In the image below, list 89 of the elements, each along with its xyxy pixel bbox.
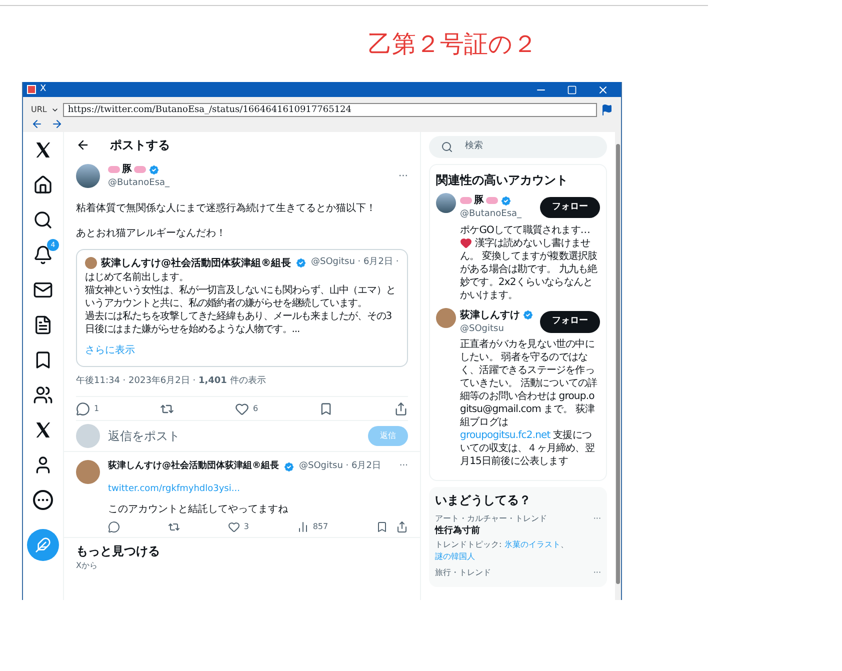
list-icon[interactable] <box>33 315 53 335</box>
dropdown-caret-icon[interactable] <box>50 106 59 114</box>
communities-icon[interactable] <box>33 385 53 405</box>
flag-icon[interactable] <box>601 104 613 116</box>
post-text: あとおれ猫アレルギーなんだわ！ <box>76 226 227 240</box>
pig-icon <box>486 197 498 204</box>
like-icon[interactable] <box>228 520 240 532</box>
avatar-placeholder <box>76 164 100 188</box>
search-placeholder: 検索 <box>465 140 483 154</box>
reply-link[interactable]: twitter.com/rgkfmyhdlo3ysi... <box>108 484 240 494</box>
quoted-post-text: 過去には私たちを攻撃してきた経緯もあり、メールも来ましたが、その3日後にはまた嫌がらせを始めるような人物です。... <box>85 310 393 336</box>
share-icon[interactable] <box>396 520 408 532</box>
account-bio: ポケGOしてて職質されます… 漢字は読めないし書けません。 変換してますが複数選択肢がある場合は勘です。 九九も絶妙です。2x2くらいならなんとかいけます。 <box>460 224 598 302</box>
account-bio: 正直者がバカを見ない世の中にしたい。 弱者を守るのではなく、活躍できるステージを作っていきたい。 活動についての詳細等のお問い合わせは group.ogitsu@gmail.com まで。 荻津組ブログは groupogitsu.fc2.net 支援についての収支は、４ヶ月締め、翌月15日前後に公表します <box>460 338 598 468</box>
section-title: もっと見つける <box>76 542 161 560</box>
search-icon <box>441 141 453 153</box>
reply-author-name: 荻津しんすけ@社会活動団体荻津組®組長 <box>108 460 279 473</box>
author-handle: @ButanoEsa_ <box>108 177 171 190</box>
bookmark-icon[interactable] <box>319 402 334 416</box>
quoted-author-handle: @SOgitsu · 6月2日 · <box>311 256 399 270</box>
like-count: 3 <box>244 520 249 532</box>
scrollbar[interactable] <box>615 132 621 600</box>
share-icon[interactable] <box>394 402 408 416</box>
card-title: いまどうしてる？ <box>435 492 532 509</box>
quoted-author-name: 荻津しんすけ@社会活動団体荻津組®組長 <box>101 256 291 270</box>
search-icon[interactable] <box>33 210 53 230</box>
reply-text: このアカウントと結託してやってますね <box>108 502 289 516</box>
avatar-placeholder <box>76 460 100 484</box>
author-name: 豚 <box>122 162 132 177</box>
reply-icon[interactable] <box>108 520 120 532</box>
bell-icon[interactable] <box>33 245 53 265</box>
pig-icon <box>134 166 146 173</box>
account-handle: @SOgitsu <box>460 322 505 336</box>
quoted-post-text: 猫女神という女性は、私が一切言及しないにも関わらず、山中（エマ）というアカウントと共に、私の婚約者の嫌がらせを継続しています。 <box>85 284 396 310</box>
avatar-placeholder <box>85 257 97 269</box>
search-field[interactable]: 検索 <box>429 136 607 158</box>
card-title: 関連性の高いアカウント <box>436 172 569 189</box>
like-icon[interactable] <box>235 402 249 416</box>
pig-icon <box>108 166 120 173</box>
bookmark-icon[interactable] <box>376 520 388 532</box>
related-topic-link[interactable]: 謎の韓国人 <box>435 552 475 560</box>
more-icon[interactable] <box>33 490 53 510</box>
avatar-silhouette <box>76 424 100 448</box>
mail-icon[interactable] <box>33 280 53 300</box>
document-label: 乙第２号証の２ <box>368 29 537 60</box>
verified-badge-icon <box>295 257 307 269</box>
more-options[interactable]: ··· <box>399 460 408 474</box>
more-options[interactable]: ··· <box>593 513 601 525</box>
forward-icon[interactable] <box>51 118 63 130</box>
more-options[interactable]: ··· <box>398 168 408 184</box>
account-name: 豚 <box>474 194 484 208</box>
reply-author-handle: @SOgitsu · 6月2日 <box>299 460 381 473</box>
post-text: 粘着体質で無関係な人にまで迷惑行為続けて生きてるとか猫以下！ <box>76 202 377 216</box>
trend-topic[interactable]: 性行為寸前 <box>435 525 601 538</box>
repost-icon[interactable] <box>168 520 180 532</box>
like-count: 6 <box>253 402 258 414</box>
follow-button[interactable]: フォロー <box>540 196 600 218</box>
views-icon[interactable] <box>296 520 309 532</box>
bio-link[interactable]: groupogitsu.fc2.net <box>460 430 550 441</box>
reply-count: 1 <box>94 402 100 414</box>
more-options[interactable]: ··· <box>593 566 601 578</box>
window-title: X <box>40 82 46 96</box>
compose-button[interactable] <box>27 529 59 561</box>
post-meta: 午後11:34 · 2023年6月2日 · 1,401 件の表示 <box>76 374 408 397</box>
quoted-post-text: はじめて名前出します。 <box>85 270 190 284</box>
home-icon[interactable] <box>33 175 53 195</box>
section-subtitle: Xから <box>76 560 98 572</box>
url-field[interactable]: https://twitter.com/ButanoEsa_/status/1664641610917765124 <box>62 103 597 117</box>
reply-icon[interactable] <box>76 402 90 416</box>
url-label: URL <box>31 104 47 116</box>
page-title: ポストする <box>110 137 170 154</box>
trend-category: アート・カルチャー・トレンド <box>435 513 547 525</box>
maximize-icon[interactable] <box>567 84 577 94</box>
related-topic-link[interactable]: 氷菓のイラスト <box>504 540 560 548</box>
app-icon <box>27 85 36 94</box>
feather-icon <box>35 537 51 553</box>
close-icon[interactable] <box>597 84 609 96</box>
account-name: 荻津しんすけ <box>460 308 520 322</box>
avatar-placeholder <box>436 308 456 328</box>
trend-category: 旅行・トレンド <box>435 566 491 578</box>
avatar-placeholder <box>436 193 456 213</box>
show-more-link[interactable]: さらに表示 <box>85 344 135 356</box>
view-count: 857 <box>312 520 328 532</box>
quoted-post-card[interactable]: 荻津しんすけ@社会活動団体荻津組®組長 @SOgitsu · 6月2日 · はじめて名前出します。 猫女神という女性は、私が一切言及しないにも関わらず、山中（エマ）というアカウントと共に、私の婚約者の嫌がらせを継続しています。 過去には私たちを攻撃してきた経緯もあり、メールも来ましたが、その3日後にはまた嫌がらせを始めるような人物です。... さらに表示 <box>76 248 408 366</box>
trend-related: トレンドトピック: 氷菓のイラスト、 謎の韓国人 <box>435 538 570 562</box>
account-handle: @ButanoEsa_ <box>460 208 523 221</box>
separator: 、 <box>560 540 568 548</box>
back-icon[interactable] <box>31 118 43 130</box>
follow-button[interactable]: フォロー <box>540 311 600 332</box>
